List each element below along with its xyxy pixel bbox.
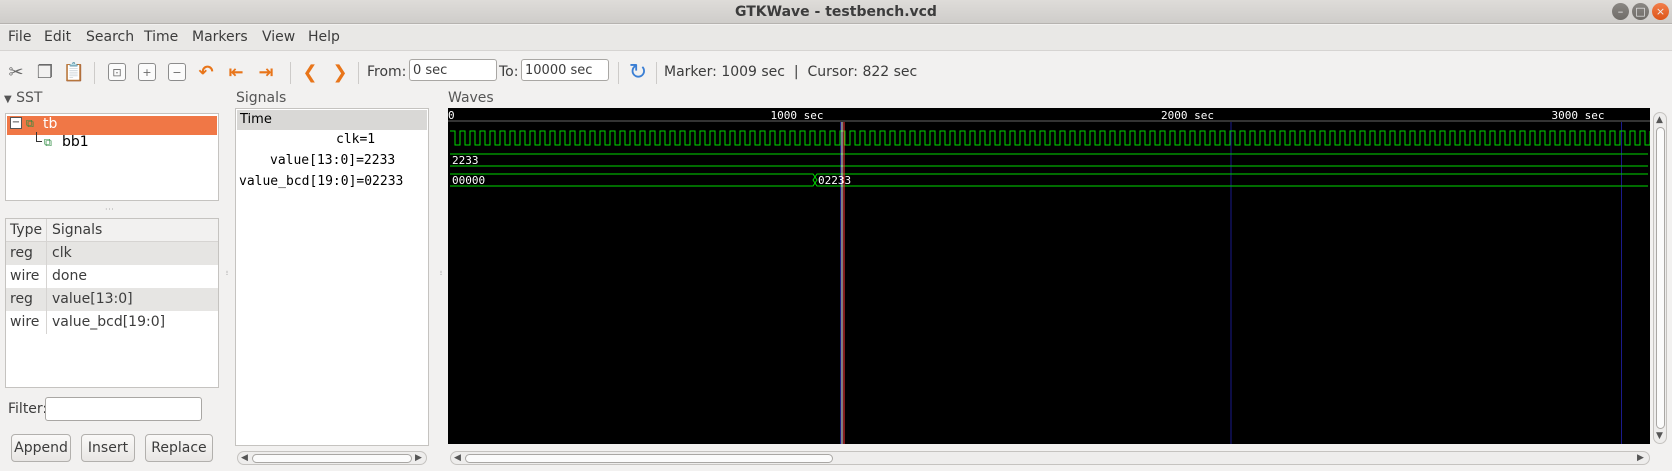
zoom-out-icon[interactable]: − [168,63,186,81]
scroll-right-icon[interactable]: ▶ [1637,453,1644,463]
toolbar: ✂ ❐ 📋 ⊡ + − ↶ ⇤ ⇥ ❮ ❯ From: To: ↻ Marker… [0,52,1672,90]
row-signal: done [52,268,87,284]
minimize-icon[interactable]: – [1612,3,1629,20]
scroll-up-icon[interactable]: ▲ [1656,115,1663,125]
zoom-to-end-icon[interactable]: ⇥ [254,60,278,84]
menu-time[interactable]: Time [144,29,178,45]
pane-grip[interactable]: · · · [105,205,114,214]
pane-grip[interactable]: ··· [436,270,445,275]
ruler-tick-label: 2000 sec [1161,109,1214,122]
filter-field[interactable] [45,397,202,421]
signals-list: Time clk=1 value[13:0]=2233 value_bcd[19… [235,108,429,446]
waves-hscrollbar[interactable]: ◀ ▶ [450,451,1650,465]
value-bus-label: 2233 [452,154,479,167]
window-title: GTKWave - testbench.vcd [735,4,937,20]
menu-view[interactable]: View [262,29,295,45]
signals-hscrollbar[interactable]: ◀ ▶ [237,451,427,465]
table-row[interactable]: reg clk [6,242,218,265]
row-type: reg [10,245,33,261]
row-type: wire [10,314,40,330]
scroll-thumb[interactable] [1656,127,1665,429]
signal-clk[interactable]: clk=1 [336,132,375,147]
copy-icon[interactable]: ❐ [33,60,57,84]
time-label: Time [240,112,272,127]
scroll-thumb[interactable] [252,454,412,463]
scroll-down-icon[interactable]: ▼ [1656,431,1663,441]
marker-cursor-status: Marker: 1009 sec | Cursor: 822 sec [664,64,918,80]
module-icon: ⧉ [26,117,34,130]
from-field[interactable] [409,59,497,81]
time-row[interactable]: Time [237,110,427,130]
append-button[interactable]: Append [11,434,71,462]
row-type: reg [10,291,33,307]
table-row[interactable]: wire done [6,265,218,288]
replace-button[interactable]: Replace [145,434,213,462]
signal-value-bcd[interactable]: value_bcd[19:0]=02233 [239,174,403,189]
from-label: From: [367,64,407,80]
scroll-thumb[interactable] [465,454,833,463]
waves-vscrollbar[interactable]: ▲ ▼ [1653,112,1667,444]
menu-markers[interactable]: Markers [192,29,248,45]
cut-icon[interactable]: ✂ [4,60,28,84]
bcd-bus-segment [450,173,818,187]
type-column-header[interactable]: Type [10,222,42,238]
signals-column-header[interactable]: Signals [52,222,102,238]
expander-icon[interactable]: ▼ [4,94,12,105]
waveform-view[interactable]: 0 1000 sec 2000 sec 3000 sec 2233 00000 0223… [448,108,1650,444]
find-next-edge-icon[interactable]: ❯ [328,60,352,84]
pane-grip[interactable]: ··· [222,270,231,275]
sst-title: SST [16,90,43,106]
close-icon[interactable]: × [1652,3,1669,20]
scroll-right-icon[interactable]: ▶ [415,453,422,463]
table-row[interactable]: reg value[13:0] [6,288,218,311]
hierarchy-tree: − ⧉ tb ⧉ bb1 [5,113,219,201]
scroll-left-icon[interactable]: ◀ [454,453,461,463]
menu-help[interactable]: Help [308,29,340,45]
table-row[interactable]: wire value_bcd[19:0] [6,311,218,334]
title-bar: GTKWave - testbench.vcd – □ × [0,0,1672,24]
bcd-bus-label: 02233 [818,174,851,187]
clk-waveform [450,130,1650,146]
sst-header[interactable]: ▼ SST [4,90,42,106]
collapse-icon[interactable]: − [10,117,22,129]
column-divider [46,219,47,334]
filter-label: Filter: [8,401,48,417]
reload-icon[interactable]: ↻ [626,60,650,85]
signals-type-table: Type Signals reg clk wire done reg value… [5,218,219,388]
tree-connector [36,132,42,142]
insert-button[interactable]: Insert [81,434,135,462]
signal-value[interactable]: value[13:0]=2233 [270,153,395,168]
bcd-bus-label: 00000 [452,174,485,187]
module-icon: ⧉ [44,136,52,149]
row-signal: value_bcd[19:0] [52,314,166,330]
menu-edit[interactable]: Edit [44,29,71,45]
ruler-tick-label: 1000 sec [771,109,824,122]
ruler-tick-label: 3000 sec [1552,109,1605,122]
tree-label-bb1[interactable]: bb1 [62,134,89,150]
zoom-to-start-icon[interactable]: ⇤ [224,60,248,84]
ruler-tick-label: 0 [448,109,455,122]
paste-icon[interactable]: 📋 [62,60,86,84]
menu-bar: File Edit Search Time Markers View Help [0,25,1672,51]
signals-title: Signals [236,90,287,106]
scroll-left-icon[interactable]: ◀ [241,453,248,463]
maximize-icon[interactable]: □ [1632,3,1649,20]
zoom-fit-icon[interactable]: ⊡ [108,63,126,81]
row-signal: clk [52,245,72,261]
row-type: wire [10,268,40,284]
tree-label-tb: tb [43,116,58,132]
waveform-canvas[interactable]: 0 1000 sec 2000 sec 3000 sec 2233 00000 0223… [448,108,1650,444]
menu-file[interactable]: File [8,29,31,45]
row-signal: value[13:0] [52,291,133,307]
to-field[interactable] [521,59,609,81]
waves-title: Waves [448,90,494,106]
find-previous-edge-icon[interactable]: ❮ [298,60,322,84]
menu-search[interactable]: Search [86,29,134,45]
zoom-in-icon[interactable]: + [138,63,156,81]
to-label: To: [499,64,519,80]
table-header: Type Signals [6,219,218,242]
undo-zoom-icon[interactable]: ↶ [194,60,218,84]
